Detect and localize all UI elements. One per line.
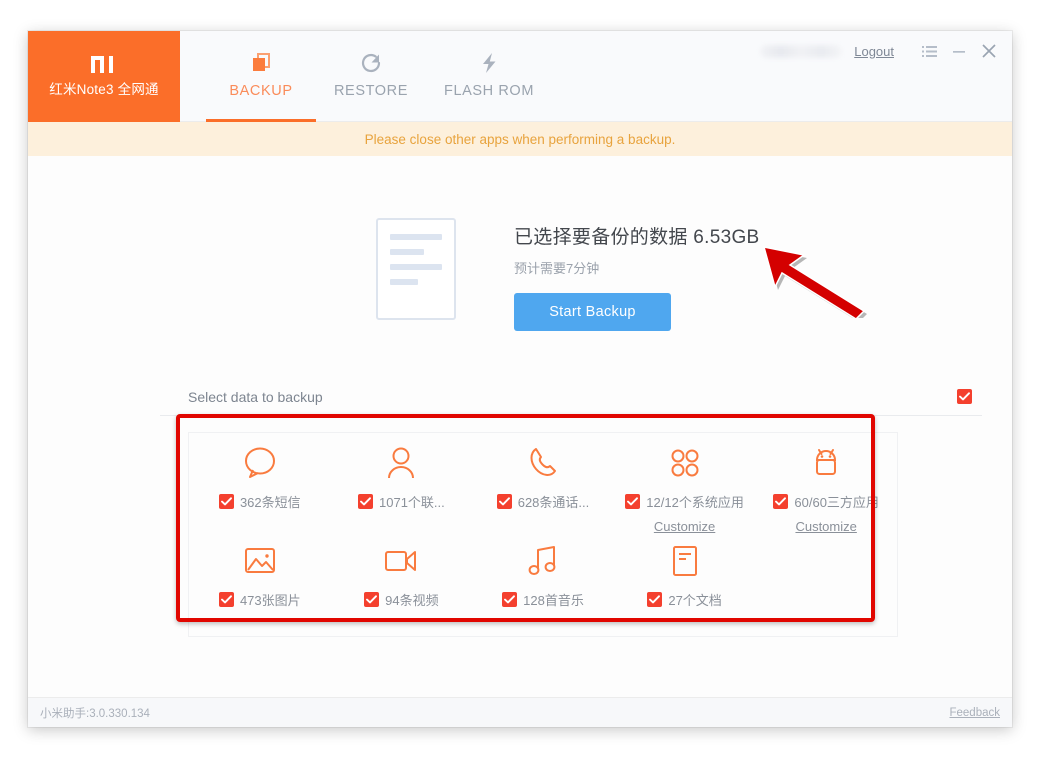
item-photos-label: 473张图片 xyxy=(239,593,301,608)
item-photos[interactable]: 473张图片 xyxy=(189,541,331,609)
restore-icon xyxy=(359,49,383,77)
tab-restore-label: RESTORE xyxy=(333,83,409,99)
device-brand-panel: 红米Note3 全网通 xyxy=(28,31,180,122)
item-call-log-label: 628条通话... xyxy=(517,495,590,510)
backup-icon xyxy=(249,49,273,77)
item-documents-label: 27个文档 xyxy=(668,593,722,608)
select-data-label: Select data to backup xyxy=(188,388,323,405)
tab-backup[interactable]: BACKUP xyxy=(206,31,316,122)
backup-items-panel: 362条短信 1071个联... 628条通话... 12/12个系统应用 Cu… xyxy=(188,432,898,637)
close-icon[interactable] xyxy=(980,42,998,60)
item-music-label-row[interactable]: 128首音乐 xyxy=(502,590,584,609)
device-name-label: 红米Note3 全网通 xyxy=(49,81,159,97)
minimize-icon[interactable] xyxy=(950,42,968,60)
tab-restore[interactable]: RESTORE xyxy=(316,31,426,122)
item-third-party-apps-customize-link[interactable]: Customize xyxy=(795,519,856,534)
main-tabs: BACKUP RESTORE FLASH ROM xyxy=(206,31,552,122)
select-data-header: Select data to backup xyxy=(160,378,982,416)
start-backup-button[interactable]: Start Backup xyxy=(514,293,671,331)
sms-message-icon xyxy=(242,443,278,483)
document-illustration-icon xyxy=(376,218,456,320)
item-photos-label-row[interactable]: 473张图片 xyxy=(218,590,301,609)
summary-text-block: 已选择要备份的数据 6.53GB 预计需要7分钟 Start Backup xyxy=(514,218,760,331)
item-system-apps-checkbox[interactable] xyxy=(625,494,641,509)
item-sms[interactable]: 362条短信 xyxy=(189,443,331,534)
tab-backup-label: BACKUP xyxy=(229,83,293,99)
contact-person-icon xyxy=(384,443,418,483)
item-documents-checkbox[interactable] xyxy=(647,592,663,607)
item-documents[interactable]: 27个文档 xyxy=(614,541,756,609)
selected-data-title: 已选择要备份的数据 6.53GB xyxy=(514,227,760,248)
photo-image-icon xyxy=(244,541,276,581)
item-empty-slot xyxy=(755,541,897,609)
item-videos[interactable]: 94条视频 xyxy=(331,541,473,609)
feedback-link[interactable]: Feedback xyxy=(949,707,1000,719)
item-music-checkbox[interactable] xyxy=(502,592,518,607)
screenshot-root: 红米Note3 全网通 BACKUP RESTORE FLASH ROM Log… xyxy=(0,0,1040,757)
items-row-1: 362条短信 1071个联... 628条通话... 12/12个系统应用 Cu… xyxy=(189,443,897,534)
item-third-party-apps-label: 60/60三方应用 xyxy=(794,495,879,510)
item-third-party-apps-label-row[interactable]: 60/60三方应用 xyxy=(773,492,879,511)
menu-icon[interactable] xyxy=(920,42,938,60)
item-videos-label: 94条视频 xyxy=(385,593,439,608)
item-system-apps-customize-link[interactable]: Customize xyxy=(654,519,715,534)
item-photos-checkbox[interactable] xyxy=(218,592,234,607)
item-contacts[interactable]: 1071个联... xyxy=(331,443,473,534)
estimated-time-label: 预计需要7分钟 xyxy=(514,261,600,276)
item-system-apps-label-row[interactable]: 12/12个系统应用 xyxy=(625,492,744,511)
window-body: 已选择要备份的数据 6.53GB 预计需要7分钟 Start Backup Se… xyxy=(28,156,1012,696)
window-footer: 小米助手:3.0.330.134 Feedback xyxy=(28,697,1012,727)
tab-flash-rom[interactable]: FLASH ROM xyxy=(426,31,552,122)
item-videos-checkbox[interactable] xyxy=(364,592,380,607)
backup-summary: 已选择要备份的数据 6.53GB 预计需要7分钟 Start Backup xyxy=(376,218,760,331)
item-system-apps[interactable]: 12/12个系统应用 Customize xyxy=(614,443,756,534)
flash-rom-icon xyxy=(477,49,501,77)
account-username-masked xyxy=(760,44,843,58)
select-all-checkbox[interactable] xyxy=(957,389,972,404)
item-sms-label: 362条短信 xyxy=(239,495,301,510)
window-header: 红米Note3 全网通 BACKUP RESTORE FLASH ROM Log… xyxy=(28,31,1012,122)
item-third-party-apps-checkbox[interactable] xyxy=(773,494,789,509)
item-sms-checkbox[interactable] xyxy=(218,494,234,509)
android-robot-icon xyxy=(809,443,843,483)
mi-logo-icon xyxy=(91,55,117,73)
item-call-log-label-row[interactable]: 628条通话... xyxy=(496,492,590,511)
app-version-label: 小米助手:3.0.330.134 xyxy=(40,707,150,720)
system-apps-grid-icon xyxy=(668,443,702,483)
warning-banner: Please close other apps when performing … xyxy=(28,122,1012,156)
items-row-2: 473张图片 94条视频 128首音乐 27个文档 xyxy=(189,541,897,609)
warning-banner-text: Please close other apps when performing … xyxy=(364,131,676,147)
item-contacts-label-row[interactable]: 1071个联... xyxy=(358,492,445,511)
item-call-log[interactable]: 628条通话... xyxy=(472,443,614,534)
window-controls-area: Logout xyxy=(760,42,998,60)
item-documents-label-row[interactable]: 27个文档 xyxy=(647,590,722,609)
item-videos-label-row[interactable]: 94条视频 xyxy=(364,590,439,609)
document-file-icon xyxy=(671,541,699,581)
video-camera-icon xyxy=(384,541,418,581)
item-sms-label-row[interactable]: 362条短信 xyxy=(218,492,301,511)
item-system-apps-label: 12/12个系统应用 xyxy=(646,495,744,510)
tab-flash-rom-label: FLASH ROM xyxy=(444,83,534,99)
item-contacts-label: 1071个联... xyxy=(379,495,445,510)
logout-link[interactable]: Logout xyxy=(854,44,894,59)
item-third-party-apps[interactable]: 60/60三方应用 Customize xyxy=(755,443,897,534)
item-music-label: 128首音乐 xyxy=(523,593,584,608)
item-music[interactable]: 128首音乐 xyxy=(472,541,614,609)
item-call-log-checkbox[interactable] xyxy=(496,494,512,509)
item-contacts-checkbox[interactable] xyxy=(358,494,373,509)
phone-call-icon xyxy=(526,443,560,483)
music-note-icon xyxy=(528,541,558,581)
mi-pc-suite-window: 红米Note3 全网通 BACKUP RESTORE FLASH ROM Log… xyxy=(28,31,1012,727)
